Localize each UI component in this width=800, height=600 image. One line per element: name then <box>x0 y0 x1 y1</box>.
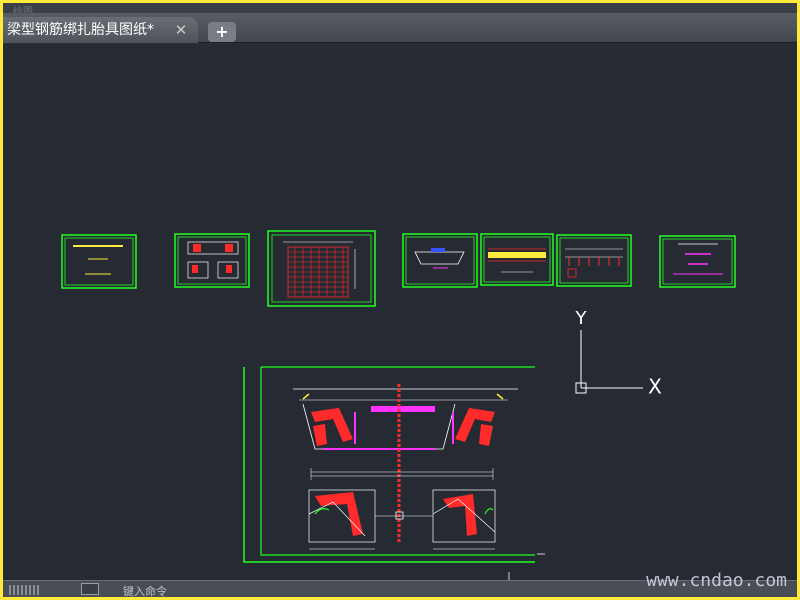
new-tab-button[interactable]: + <box>208 22 236 42</box>
close-icon[interactable]: ✕ <box>173 17 189 43</box>
command-icon[interactable] <box>81 583 99 595</box>
sheet-thumbnail-6[interactable] <box>556 234 632 287</box>
sheet-thumbnail-3[interactable] <box>267 230 376 307</box>
sheet-thumbnail-4[interactable] <box>402 233 478 288</box>
watermark: www.cndao.com <box>646 570 787 591</box>
ucs-y-label: Y <box>575 308 588 329</box>
sheet-thumbnail-2[interactable] <box>174 233 250 288</box>
drawing-canvas[interactable]: Y X <box>3 44 797 580</box>
application-window: 绘图 梁型钢筋绑扎胎具图纸* ✕ + <box>3 3 797 597</box>
document-tab-title: 梁型钢筋绑扎胎具图纸* <box>7 22 154 38</box>
document-tab-bar: 梁型钢筋绑扎胎具图纸* ✕ + <box>3 13 797 43</box>
document-tab[interactable]: 梁型钢筋绑扎胎具图纸* ✕ <box>3 17 198 43</box>
command-input[interactable]: 键入命令 <box>123 583 167 597</box>
ucs-x-label: X <box>648 375 662 399</box>
ucs-icon: Y X <box>575 308 663 399</box>
sheet-thumbnail-1[interactable] <box>61 234 137 289</box>
sheet-thumbnail-7[interactable] <box>659 235 736 288</box>
grip-icon[interactable] <box>9 585 39 595</box>
main-sheet[interactable] <box>243 366 545 580</box>
menu-strip: 绘图 <box>3 3 797 18</box>
sheet-thumbnail-5[interactable] <box>480 233 554 286</box>
cad-drawing: Y X <box>61 230 736 580</box>
